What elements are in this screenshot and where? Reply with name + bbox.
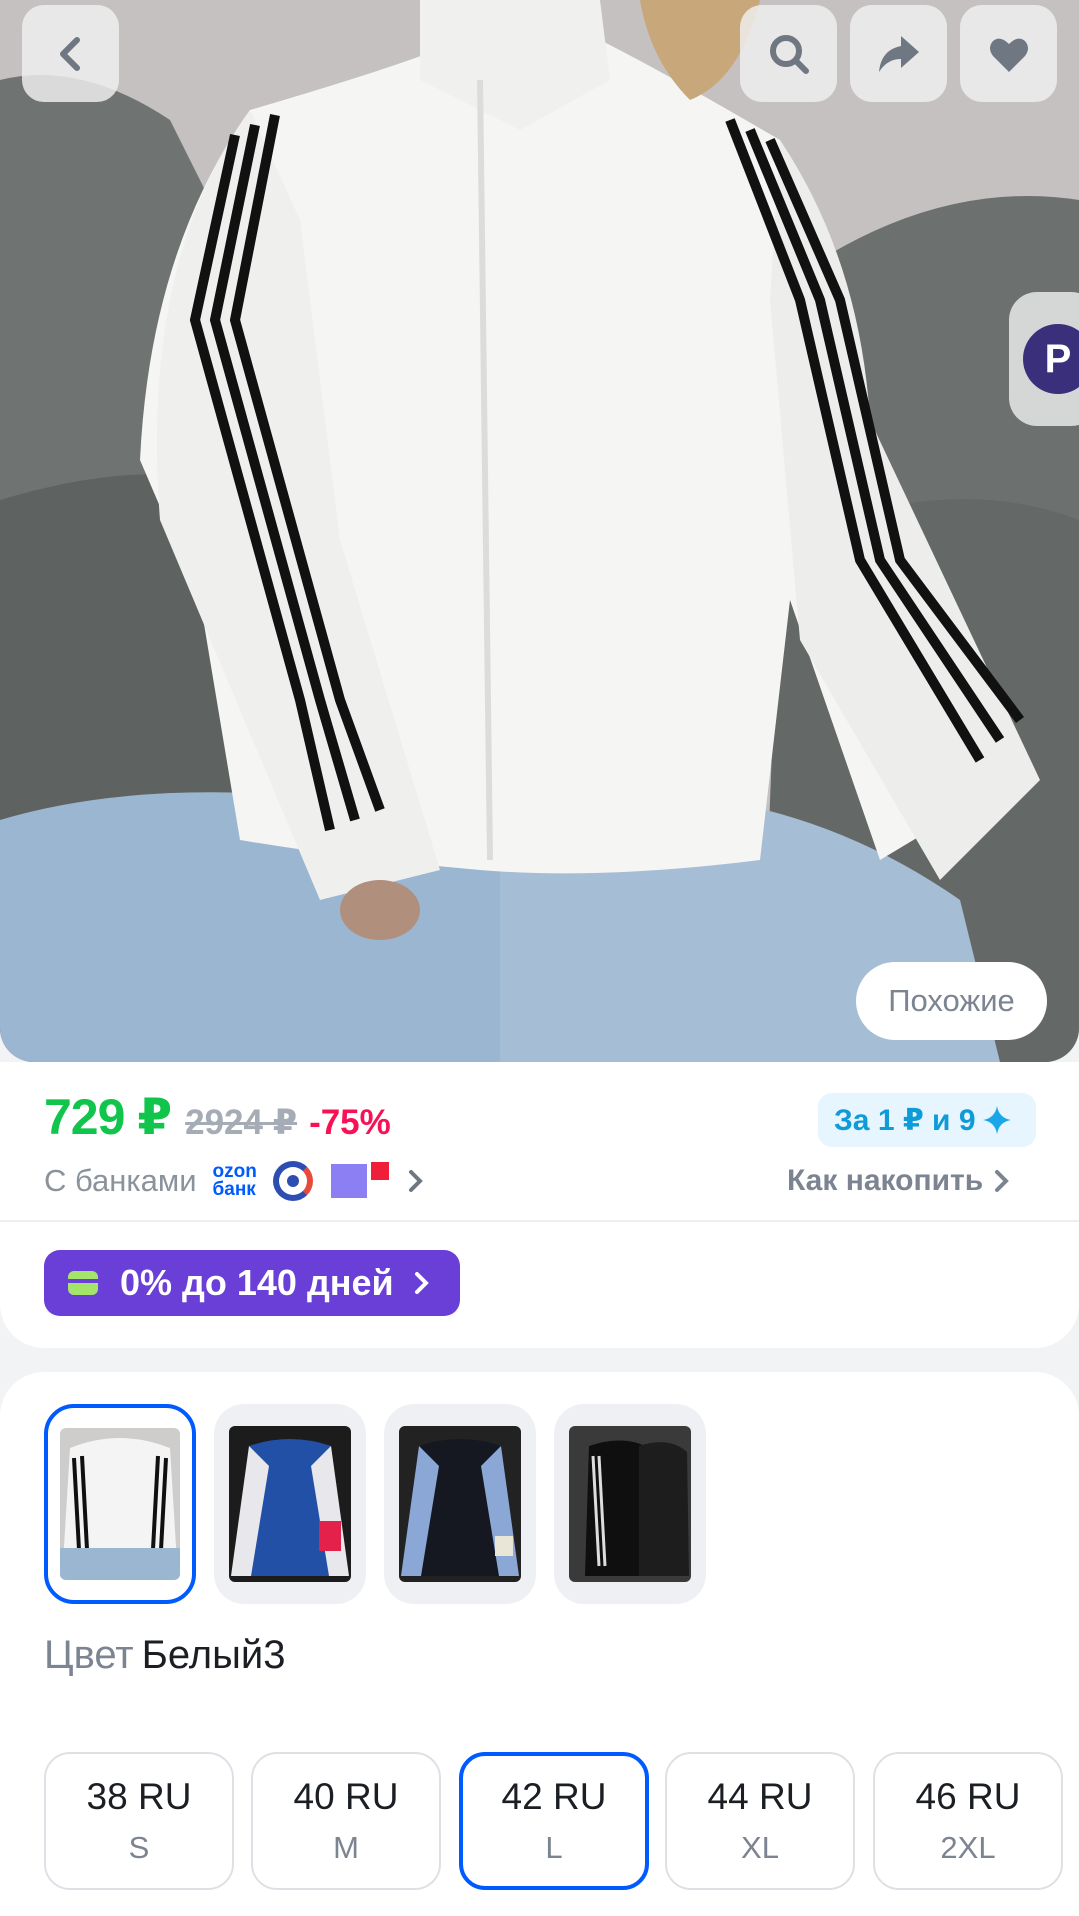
- search-button[interactable]: [740, 5, 837, 102]
- bank-logo-flag: [370, 1162, 389, 1180]
- favorite-button[interactable]: [960, 5, 1057, 102]
- side-promo-tab[interactable]: P: [1009, 292, 1079, 426]
- share-arrow-icon: [878, 35, 919, 72]
- size-intl: L: [545, 1830, 563, 1865]
- discount-badge: -75%: [309, 1103, 391, 1142]
- chevron-right-icon: [414, 1272, 429, 1294]
- size-ru: 44 RU: [707, 1776, 813, 1817]
- chevron-right-icon: [995, 1170, 1010, 1192]
- size-ru: 46 RU: [915, 1776, 1021, 1817]
- how-to-accumulate-label: Как накопить: [787, 1164, 984, 1197]
- color-thumb-blue[interactable]: [214, 1404, 366, 1604]
- color-value: Белый3: [141, 1633, 286, 1677]
- points-badge[interactable]: За 1 ₽ и 9: [818, 1093, 1036, 1147]
- color-thumb-white[interactable]: [44, 1404, 196, 1604]
- product-page: P Похожие 729 ₽ 2924 ₽ -75% За 1 ₽ и 9 С…: [0, 0, 1079, 1916]
- jacket-photo-image: [0, 0, 1079, 1062]
- size-ru: 42 RU: [501, 1776, 607, 1817]
- product-photo[interactable]: P Похожие: [0, 0, 1079, 1062]
- bank-logo-circle: [272, 1161, 313, 1201]
- card-icon: [68, 1271, 98, 1295]
- banks-row[interactable]: С банками ozon банк: [44, 1158, 425, 1204]
- size-intl: 2XL: [940, 1830, 996, 1865]
- how-to-accumulate-link[interactable]: Как накопить: [787, 1158, 1011, 1204]
- installment-label: 0% до 140 дней: [120, 1262, 394, 1303]
- old-price: 2924 ₽: [185, 1103, 298, 1142]
- current-price: 729 ₽: [44, 1089, 172, 1145]
- sparkle-icon: [982, 1106, 1011, 1134]
- installment-button[interactable]: 0% до 140 дней: [44, 1250, 460, 1316]
- divider: [0, 1220, 1079, 1222]
- size-ru: 40 RU: [293, 1776, 399, 1817]
- size-option-44[interactable]: 44 RU XL: [665, 1752, 855, 1890]
- color-line: Цвет Белый3: [44, 1633, 286, 1678]
- size-intl: XL: [741, 1830, 779, 1865]
- thumb-image: [399, 1426, 521, 1582]
- ozon-bank-logo-line2: банк: [212, 1179, 256, 1200]
- price-row: 729 ₽ 2924 ₽ -75%: [44, 1088, 391, 1146]
- chevron-left-icon: [59, 36, 80, 71]
- thumb-image: [229, 1426, 351, 1582]
- size-intl: M: [333, 1830, 359, 1865]
- size-option-38[interactable]: 38 RU S: [44, 1752, 234, 1890]
- bank-logo-square: [330, 1164, 367, 1198]
- share-button[interactable]: [850, 5, 947, 102]
- points-badge-label: За 1 ₽ и 9: [834, 1103, 976, 1137]
- thumb-image: [60, 1428, 180, 1580]
- size-intl: S: [128, 1830, 150, 1865]
- chevron-right-icon: [408, 1170, 423, 1192]
- color-thumb-black[interactable]: [384, 1404, 536, 1604]
- thumb-image: [569, 1426, 691, 1582]
- similar-button[interactable]: Похожие: [856, 962, 1047, 1040]
- search-icon: [769, 34, 809, 74]
- banks-label: С банками: [44, 1163, 197, 1198]
- heart-icon: [989, 38, 1028, 72]
- size-option-42[interactable]: 42 RU L: [459, 1752, 649, 1890]
- promo-logo: P: [1023, 324, 1079, 394]
- size-option-46[interactable]: 46 RU 2XL: [873, 1752, 1063, 1890]
- color-thumb-dark[interactable]: [554, 1404, 706, 1604]
- size-ru: 38 RU: [86, 1776, 192, 1817]
- color-label: Цвет: [44, 1633, 134, 1677]
- size-option-40[interactable]: 40 RU M: [251, 1752, 441, 1890]
- ozon-bank-logo: ozon банк: [212, 1162, 257, 1200]
- back-button[interactable]: [22, 5, 119, 102]
